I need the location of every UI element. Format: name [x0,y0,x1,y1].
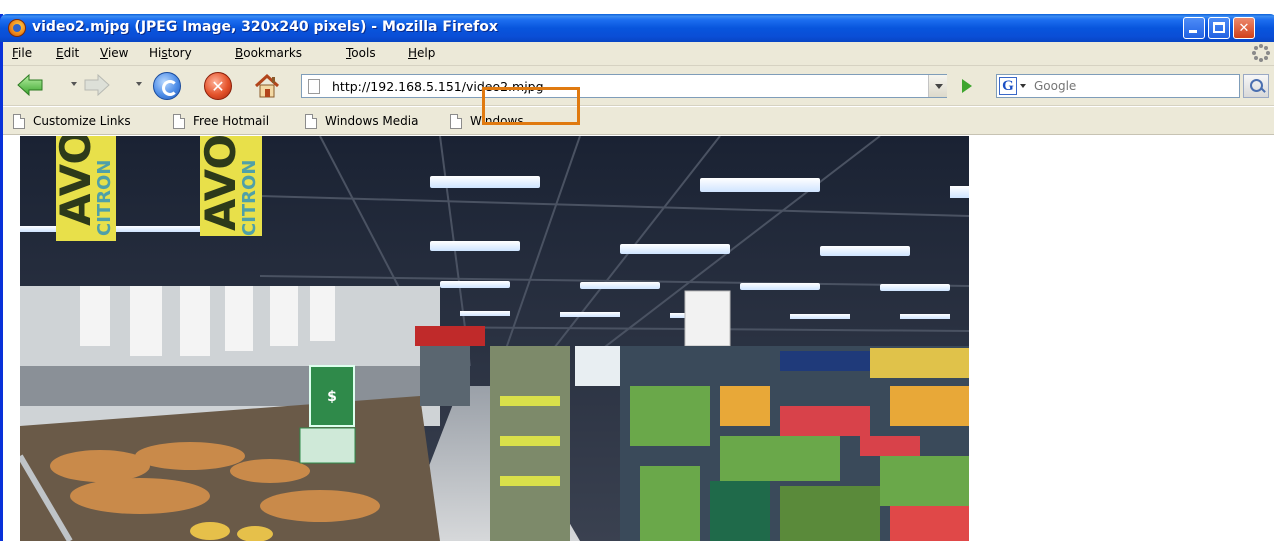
menu-bookmarks-accel: B [235,46,244,60]
page-icon [305,113,317,129]
menu-bookmarks-label: ookmarks [243,46,303,60]
cropped-caption [0,0,1274,14]
menu-history-pre: Hi [149,46,162,60]
close-button[interactable]: ✕ [1233,17,1255,39]
search-bar[interactable]: G [996,74,1240,98]
url-history-dropdown[interactable] [928,75,947,97]
search-icon[interactable] [1243,74,1269,98]
menu-file[interactable]: File [12,46,32,60]
banner-text-1: AVOC [51,136,100,226]
page-content: AVOC CITRON AVOC CITRON $ [3,136,1274,541]
menu-history-label: tory [167,46,192,60]
browser-window: video2.mjpg (JPEG Image, 320x240 pixels)… [0,14,1274,541]
menu-edit-accel: E [56,46,64,60]
menu-help-accel: H [408,46,418,60]
page-icon [308,79,320,94]
menu-edit[interactable]: Edit [56,46,79,60]
bookmark-label: Free Hotmail [193,114,270,128]
bookmark-label: Customize Links [33,114,131,128]
back-arrow-icon[interactable] [17,74,43,96]
back-history-dropdown[interactable] [71,82,77,86]
menu-view[interactable]: View [100,46,128,60]
bookmark-customize-links[interactable]: Customize Links [13,113,131,129]
close-icon: ✕ [1238,20,1250,36]
price-sign: $ [327,389,337,405]
menu-help-label: elp [417,46,436,60]
url-bar[interactable]: http://192.168.5.151/video2.mjpg [301,74,947,98]
search-input[interactable] [1030,75,1235,97]
stop-icon[interactable]: ✕ [204,72,232,100]
menu-view-accel: V [100,46,108,60]
maximize-icon [1213,22,1225,33]
banner-text-3: AVOC [196,136,245,231]
home-icon[interactable] [253,73,281,99]
menu-help[interactable]: Help [408,46,435,60]
menu-tools-label: ools [351,46,376,60]
page-icon [13,113,25,129]
search-engine-icon[interactable]: G [999,77,1017,95]
window-title: video2.mjpg (JPEG Image, 320x240 pixels)… [32,19,498,35]
search-engine-dropdown[interactable] [1020,84,1026,88]
go-arrow-icon[interactable] [955,75,977,97]
menu-view-label: iew [107,46,129,60]
minimize-button[interactable] [1183,17,1205,39]
page-icon [450,113,462,129]
maximize-button[interactable] [1208,17,1230,39]
throbber-icon [1252,44,1270,62]
page-icon [173,113,185,129]
video-stream-image: AVOC CITRON AVOC CITRON $ [20,136,969,541]
navigation-toolbar: ✕ http://192.168.5.151/video2.mjpg G [3,66,1274,106]
menu-bookmarks[interactable]: Bookmarks [235,46,302,60]
menu-tools[interactable]: Tools [346,46,376,60]
menu-edit-label: dit [63,46,80,60]
menu-bar: File Edit View History Bookmarks Tools H… [3,42,1274,66]
forward-history-dropdown[interactable] [136,82,142,86]
bookmark-free-hotmail[interactable]: Free Hotmail [173,113,269,129]
title-bar[interactable]: video2.mjpg (JPEG Image, 320x240 pixels)… [0,14,1274,42]
menu-file-label: ile [18,46,33,60]
forward-arrow-icon[interactable] [84,74,110,96]
bookmark-label: Windows Media [325,114,419,128]
bookmarks-toolbar: Customize Links Free Hotmail Windows Med… [3,107,1274,135]
menu-history[interactable]: History [149,46,192,60]
minimize-icon [1189,30,1197,33]
banner-text-2: CITRON [94,160,115,236]
reload-icon[interactable] [153,72,181,100]
bookmark-windows-media[interactable]: Windows Media [305,113,418,129]
firefox-icon [8,19,26,37]
banner-text-4: CITRON [239,160,260,236]
url-highlight-box [482,87,580,125]
